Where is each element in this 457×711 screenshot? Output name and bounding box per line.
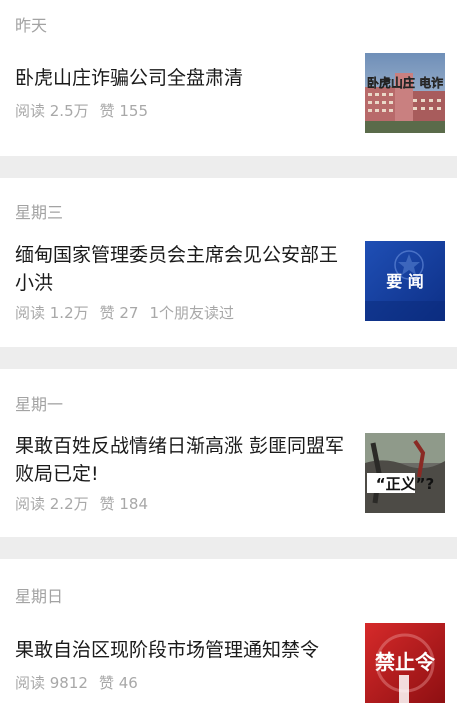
like-count: 赞 155 bbox=[99, 102, 149, 120]
friends-read: 1个朋友读过 bbox=[149, 304, 235, 322]
thumbnail-caption: 要 闻 bbox=[386, 272, 424, 291]
article-item[interactable]: 果敢百姓反战情绪日渐高涨 彭匪同盟军败局已定! 阅读 2.2万赞 184 “正义… bbox=[15, 432, 445, 514]
article-title[interactable]: 果敢百姓反战情绪日渐高涨 彭匪同盟军败局已定! bbox=[15, 432, 350, 488]
article-meta: 阅读 2.2万赞 184 bbox=[15, 493, 159, 514]
article-meta: 阅读 2.5万赞 155 bbox=[15, 100, 159, 121]
article-feed: 昨天 卧虎山庄诈骗公司全盘肃清 阅读 2.5万赞 155 卧虎山庄 电诈 星期三… bbox=[0, 0, 457, 711]
police-emblem-icon: 要 闻 bbox=[365, 241, 445, 321]
article-item[interactable]: 缅甸国家管理委员会主席会见公安部王小洪 阅读 1.2万赞 271个朋友读过 要 bbox=[15, 241, 445, 323]
war-photo-icon: “正义”? bbox=[365, 433, 445, 513]
article-meta: 阅读 1.2万赞 27 1个朋友读过 bbox=[15, 302, 245, 323]
like-count: 赞 27 bbox=[99, 304, 139, 322]
building-photo-icon: 卧虎山庄 电诈 bbox=[365, 53, 445, 133]
like-count: 赞 184 bbox=[99, 495, 149, 513]
article-title[interactable]: 缅甸国家管理委员会主席会见公安部王小洪 bbox=[15, 241, 350, 297]
day-section-monday: 星期一 果敢百姓反战情绪日渐高涨 彭匪同盟军败局已定! 阅读 2.2万赞 184… bbox=[0, 369, 457, 537]
thumbnail-caption: 禁止令 bbox=[375, 650, 436, 674]
article-thumbnail[interactable]: “正义”? bbox=[365, 433, 445, 513]
read-count: 阅读 2.2万 bbox=[15, 495, 89, 513]
read-count: 阅读 9812 bbox=[15, 674, 88, 692]
article-title[interactable]: 果敢自治区现阶段市场管理通知禁令 bbox=[15, 636, 350, 664]
day-label: 星期日 bbox=[15, 587, 64, 606]
thumbnail-caption: 卧虎山庄 电诈 bbox=[367, 75, 443, 90]
read-count: 阅读 1.2万 bbox=[15, 304, 89, 322]
article-item[interactable]: 卧虎山庄诈骗公司全盘肃清 阅读 2.5万赞 155 卧虎山庄 电诈 bbox=[15, 52, 445, 134]
like-count: 赞 46 bbox=[98, 674, 138, 692]
article-item[interactable]: 果敢自治区现阶段市场管理通知禁令 阅读 9812 赞 46 禁止令 bbox=[15, 622, 445, 704]
article-thumbnail[interactable]: 禁止令 bbox=[365, 623, 445, 703]
day-label: 昨天 bbox=[15, 16, 48, 35]
article-meta: 阅读 9812 赞 46 bbox=[15, 672, 149, 693]
day-label: 星期三 bbox=[15, 203, 64, 222]
ban-sign-icon: 禁止令 bbox=[365, 623, 445, 703]
day-section-sunday: 星期日 果敢自治区现阶段市场管理通知禁令 阅读 9812 赞 46 禁止令 bbox=[0, 559, 457, 711]
article-thumbnail[interactable]: 要 闻 bbox=[365, 241, 445, 321]
day-section-wednesday: 星期三 缅甸国家管理委员会主席会见公安部王小洪 阅读 1.2万赞 27 1个朋友读… bbox=[0, 178, 457, 347]
article-title[interactable]: 卧虎山庄诈骗公司全盘肃清 bbox=[15, 64, 350, 92]
article-thumbnail[interactable]: 卧虎山庄 电诈 bbox=[365, 53, 445, 133]
thumbnail-caption: “正义”? bbox=[376, 475, 434, 493]
day-section-yesterday: 昨天 卧虎山庄诈骗公司全盘肃清 阅读 2.5万赞 155 卧虎山庄 电诈 bbox=[0, 0, 457, 156]
read-count: 阅读 2.5万 bbox=[15, 102, 89, 120]
day-label: 星期一 bbox=[15, 395, 64, 414]
